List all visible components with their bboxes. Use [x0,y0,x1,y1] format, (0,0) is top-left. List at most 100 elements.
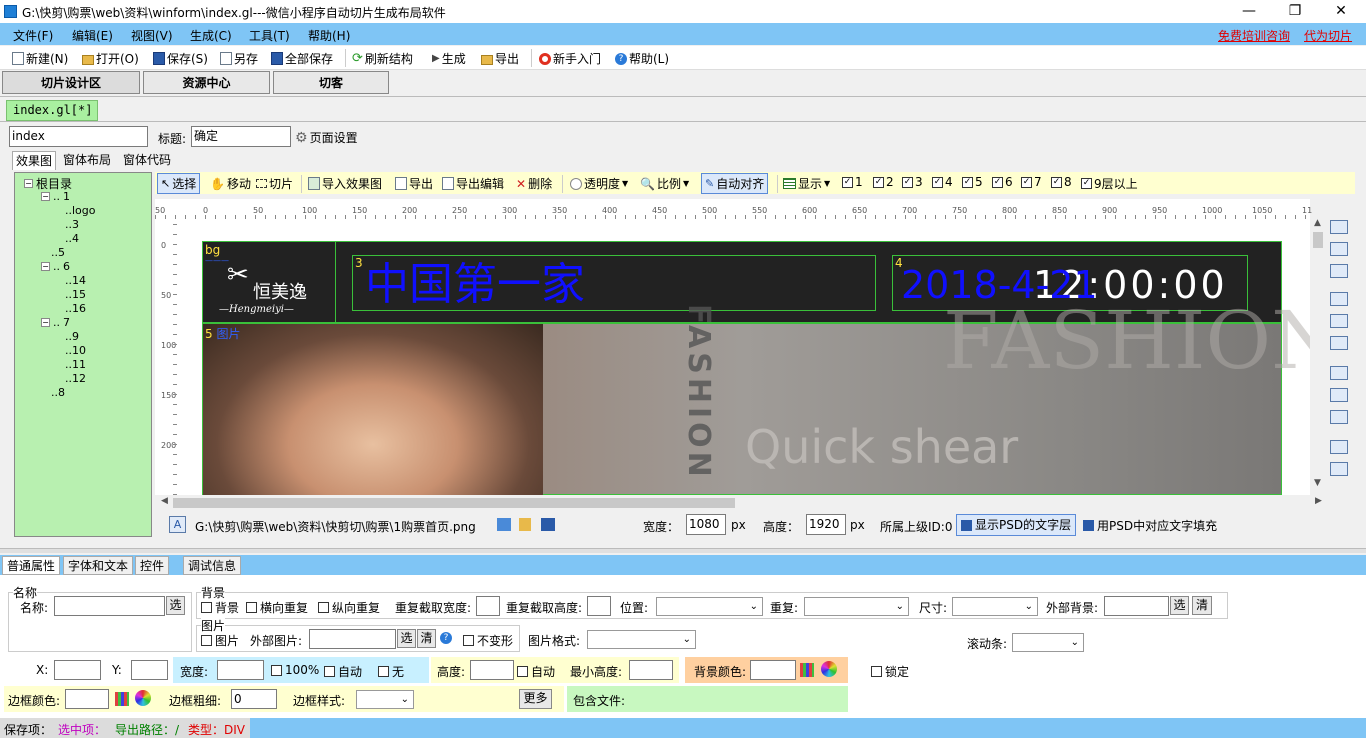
scroll-up-icon[interactable]: ▲ [1314,218,1321,228]
palette-icon[interactable] [115,692,129,706]
width-prop-input[interactable] [217,660,264,680]
width-none-checkbox[interactable]: 无 [378,663,404,680]
vertical-scroll-thumb[interactable] [1313,232,1323,248]
refresh-structure-button[interactable]: ⟳ 刷新结构 [352,50,413,67]
palette-icon[interactable] [800,663,814,677]
tab-slice-design[interactable]: 切片设计区 [2,71,140,94]
photo-slice-5[interactable]: 5 图片 FASHION FASHION Quick shear [202,294,1310,495]
border-color-input[interactable] [65,689,109,709]
outer-bg-choose-button[interactable]: 选 [1170,596,1189,615]
menu-help[interactable]: 帮助(H) [308,27,350,44]
outer-bg-clear-button[interactable]: 清 [1192,596,1212,615]
layer-4-checkbox[interactable]: ✓ 4 [932,175,953,189]
scroll-right-icon[interactable]: ▶ [1315,496,1322,506]
align-middle-icon[interactable] [1330,314,1348,328]
save-all-button[interactable]: 全部保存 [271,50,333,67]
outer-image-choose-button[interactable]: 选 [397,629,416,648]
help-icon[interactable]: ? [440,632,452,644]
width-auto-checkbox[interactable]: 自动 [324,663,362,680]
beginner-guide-button[interactable]: 新手入门 [539,50,601,67]
lock-checkbox[interactable]: 锁定 [871,663,909,680]
distribute-vertical-icon[interactable] [1330,440,1348,454]
effect-width-input[interactable]: 1080 [686,514,726,535]
name-input[interactable] [54,596,165,616]
save-as-button[interactable]: 另存 [220,50,258,67]
tab-controls[interactable]: 控件 [135,556,170,575]
horizontal-scrollbar[interactable]: ◀ ▶ [155,495,1325,511]
tab-window-layout[interactable]: 窗体布局 [60,151,114,170]
tab-common-props[interactable]: 普通属性 [2,556,61,575]
menu-file[interactable]: 文件(F) [13,27,53,44]
border-width-input[interactable]: 0 [231,689,277,709]
minimize-button[interactable]: — [1226,0,1272,23]
ratio-dropdown[interactable]: 🔍 比例 ▼ [640,175,689,192]
page-name-input[interactable]: index [9,126,148,147]
tab-resource-center[interactable]: 资源中心 [143,71,270,94]
outer-bg-input[interactable] [1104,596,1169,616]
align-right-icon[interactable] [1330,264,1348,278]
tab-effect-image[interactable]: 效果图 [12,151,57,170]
outer-image-input[interactable] [309,629,396,649]
tree-node-10[interactable]: ..10 [65,344,86,357]
repeat-y-checkbox[interactable]: 纵向重复 [318,599,380,616]
image-checkbox[interactable]: 图片 [201,632,239,649]
layer-8-checkbox[interactable]: ✓ 8 [1051,175,1072,189]
bg-checkbox[interactable]: 背景 [201,599,239,616]
crop-width-input[interactable] [476,596,500,616]
layer-9plus-checkbox[interactable]: ✓ 9层以上 [1081,175,1138,192]
open-folder-icon[interactable] [519,518,531,531]
repeat-x-checkbox[interactable]: 横向重复 [246,599,308,616]
color-wheel-icon[interactable] [135,690,151,706]
maximize-button[interactable]: ❐ [1272,0,1318,23]
vertical-scrollbar[interactable]: ▲ ▼ [1310,216,1326,492]
show-psd-text-toggle[interactable]: 显示PSD的文字层 [956,514,1077,536]
tree-node-14[interactable]: ..14 [65,274,86,287]
menu-view[interactable]: 视图(V) [131,27,173,44]
free-training-link[interactable]: 免费培训咨询 [1218,27,1290,44]
layer-1-checkbox[interactable]: ✓ 1 [842,175,863,189]
same-width-icon[interactable] [1330,366,1348,380]
no-deform-checkbox[interactable]: 不变形 [463,632,513,649]
color-picker-icon[interactable] [497,518,511,531]
tab-debug-info[interactable]: 调试信息 [183,556,242,575]
tree-node-8[interactable]: ..8 [51,386,65,399]
tree-node-12[interactable]: ..12 [65,372,86,385]
tree-node-11[interactable]: ..11 [65,358,86,371]
page-settings-button[interactable]: ⚙ 页面设置 [295,129,358,146]
layer-5-checkbox[interactable]: ✓ 5 [962,175,983,189]
close-button[interactable]: ✕ [1318,0,1364,23]
distribute-horizontal-icon[interactable] [1330,462,1348,476]
select-tool[interactable]: ↖ 选择 [157,173,201,194]
menu-generate[interactable]: 生成(C) [190,27,232,44]
border-style-select[interactable]: ⌄ [356,690,414,709]
design-canvas[interactable]: bg ——— ✂ 恒美逸 —Hengmeiyi— 3 中国第一家 4 12:00… [177,219,1310,495]
save-file-icon[interactable] [541,518,555,531]
auto-align-toggle[interactable]: ✎ 自动对齐 [701,173,769,194]
layer-6-checkbox[interactable]: ✓ 6 [992,175,1013,189]
tree-node-7[interactable]: −.. 7 [41,316,70,329]
slice-tool[interactable]: 切片 [256,175,293,192]
splitter[interactable] [0,548,1366,553]
horizontal-scroll-thumb[interactable] [173,498,735,508]
export-edit-button[interactable]: 导出编辑 [442,175,504,192]
scroll-left-icon[interactable]: ◀ [161,496,168,506]
crop-height-input[interactable] [587,596,611,616]
logo-slice[interactable]: ✂ 恒美逸 —Hengmeiyi— [203,242,336,323]
color-wheel-icon[interactable] [821,661,837,677]
y-input[interactable] [131,660,168,680]
export-slice-button[interactable]: 导出 [395,175,433,192]
tree-node-3[interactable]: ..3 [65,218,79,231]
same-size-icon[interactable] [1330,410,1348,424]
tab-qieke[interactable]: 切客 [273,71,389,94]
layer-2-checkbox[interactable]: ✓ 2 [873,175,894,189]
repeat-select[interactable]: ⌄ [804,597,909,616]
outer-image-clear-button[interactable]: 清 [417,629,436,648]
open-button[interactable]: 打开(O) [82,50,139,67]
save-button[interactable]: 保存(S) [153,50,208,67]
layer-tree[interactable]: − 根目录 −.. 1 ..logo ..3 ..4 ..5 −.. 6 ..14 .… [14,172,152,537]
tree-node-1[interactable]: −.. 1 [41,190,70,203]
name-choose-button[interactable]: 选 [166,596,185,615]
export-button[interactable]: 导出 [481,50,519,67]
opacity-dropdown[interactable]: 透明度 ▼ [570,175,628,192]
tab-font-text[interactable]: 字体和文本 [63,556,134,575]
